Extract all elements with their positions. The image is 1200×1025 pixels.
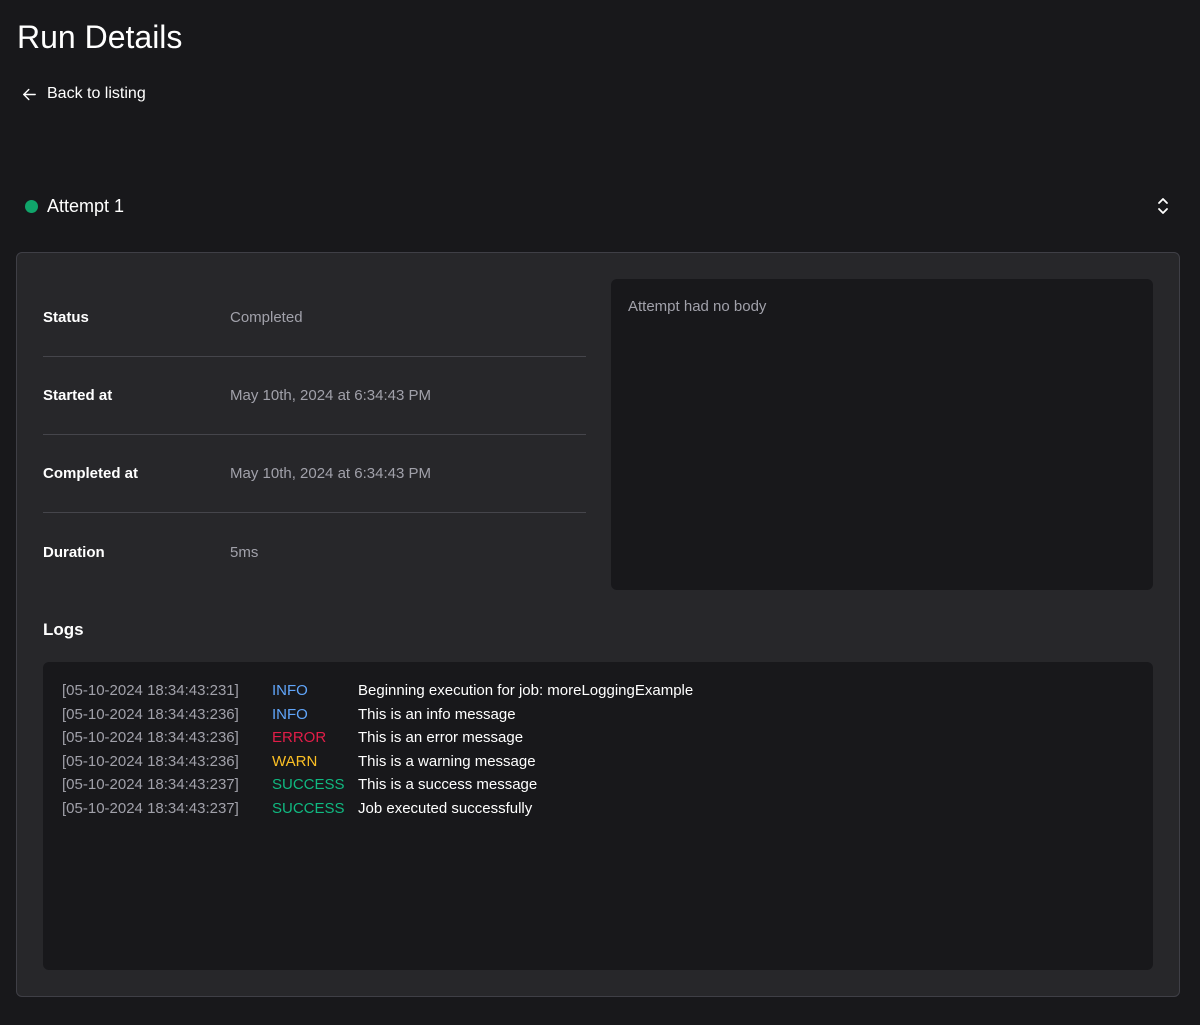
log-level: ERROR [272,729,327,747]
detail-row-status: Status Completed [43,279,586,357]
log-line: [05-10-2024 18:34:43:237] SUCCESS This i… [62,773,1134,797]
log-line: [05-10-2024 18:34:43:237] SUCCESS Job ex… [62,797,1134,821]
detail-value: May 10th, 2024 at 6:34:43 PM [230,387,431,404]
log-timestamp: [05-10-2024 18:34:43:237] [62,799,239,817]
log-message: Job executed successfully [358,799,533,817]
log-level: INFO [272,705,308,723]
attempt-body-text: Attempt had no body [628,298,767,315]
back-link-label: Back to listing [47,85,146,102]
page-title: Run Details [17,19,183,55]
attempt-details-panel: Status Completed Started at May 10th, 20… [16,252,1180,997]
log-message: This is a success message [358,776,538,794]
detail-row-duration: Duration 5ms [43,513,586,591]
log-message: Beginning execution for job: moreLogging… [358,682,694,700]
detail-row-started-at: Started at May 10th, 2024 at 6:34:43 PM [43,357,586,435]
attempt-body-box: Attempt had no body [611,279,1153,590]
log-line: [05-10-2024 18:34:43:236] WARN This is a… [62,750,1134,774]
log-line: [05-10-2024 18:34:43:236] INFO This is a… [62,703,1134,727]
log-level: WARN [272,752,318,770]
attempt-details-list: Status Completed Started at May 10th, 20… [43,279,586,591]
log-timestamp: [05-10-2024 18:34:43:236] [62,752,239,770]
log-level: SUCCESS [272,776,345,794]
log-message: This is a warning message [358,752,536,770]
log-line: [05-10-2024 18:34:43:236] ERROR This is … [62,726,1134,750]
log-timestamp: [05-10-2024 18:34:43:231] [62,682,239,700]
logs-box: [05-10-2024 18:34:43:231] INFO Beginning… [43,662,1153,970]
detail-label: Started at [43,387,113,404]
back-to-listing-link[interactable]: Back to listing [21,82,146,106]
status-indicator-dot [25,199,38,213]
log-timestamp: [05-10-2024 18:34:43:237] [62,776,239,794]
detail-value: Completed [230,309,303,326]
detail-label: Duration [43,543,105,561]
log-timestamp: [05-10-2024 18:34:43:236] [62,729,239,747]
log-level: INFO [272,682,308,700]
attempt-label: Attempt 1 [47,195,125,216]
log-timestamp: [05-10-2024 18:34:43:236] [62,705,239,723]
log-line: [05-10-2024 18:34:43:231] INFO Beginning… [62,679,1134,703]
log-message: This is an error message [358,729,524,747]
log-message: This is an info message [358,705,516,723]
detail-value: 5ms [230,543,259,561]
detail-row-completed-at: Completed at May 10th, 2024 at 6:34:43 P… [43,435,586,513]
arrow-left-icon [21,86,38,103]
detail-value: May 10th, 2024 at 6:34:43 PM [230,465,431,482]
attempt-selector[interactable]: Attempt 1 [17,188,1181,224]
log-level: SUCCESS [272,799,345,817]
chevrons-up-down-icon[interactable] [1155,196,1171,216]
detail-label: Status [43,309,89,326]
logs-title: Logs [43,620,84,639]
detail-label: Completed at [43,465,139,482]
